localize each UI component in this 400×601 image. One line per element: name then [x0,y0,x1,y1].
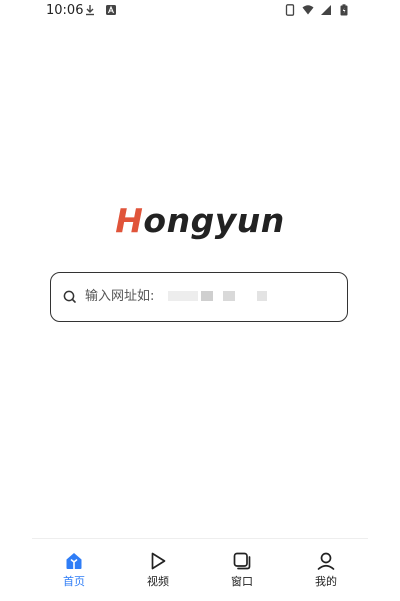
bottom-nav: 首页 视频 窗口 我的 [32,538,368,601]
nav-item-mine[interactable]: 我的 [284,539,368,601]
search-icon [63,290,76,303]
brand-logo: Hongyun [0,196,400,246]
search-placeholder: 输入网址如: [85,289,155,304]
wifi-icon [302,5,314,15]
brand-logo-rest: ongyun [143,201,285,240]
nav-label-video: 视频 [147,575,169,588]
status-right-icons [284,4,350,16]
battery-icon [340,4,348,16]
redacted-url-part [168,291,198,301]
nav-item-windows[interactable]: 窗口 [200,539,284,601]
nav-item-home[interactable]: 首页 [32,539,116,601]
nav-item-video[interactable]: 视频 [116,539,200,601]
home-icon [66,553,82,570]
search-input[interactable]: 输入网址如: [50,272,348,322]
windows-icon [233,552,251,570]
phone-outline-icon [285,4,295,16]
cellular-signal-icon [321,5,331,15]
redacted-url-part [257,291,267,301]
app-notification-icon [106,5,116,15]
download-icon [86,5,94,16]
redacted-url-part [223,291,235,301]
status-left-icons [84,4,117,16]
nav-label-windows: 窗口 [231,575,253,588]
user-icon [317,552,335,570]
play-icon [151,552,166,570]
nav-label-mine: 我的 [315,575,337,588]
redacted-url-part [201,291,213,301]
brand-logo-initial: H [115,201,144,240]
status-bar: 10:06 [0,0,400,24]
status-time: 10:06 [46,3,84,18]
nav-label-home: 首页 [63,575,85,588]
